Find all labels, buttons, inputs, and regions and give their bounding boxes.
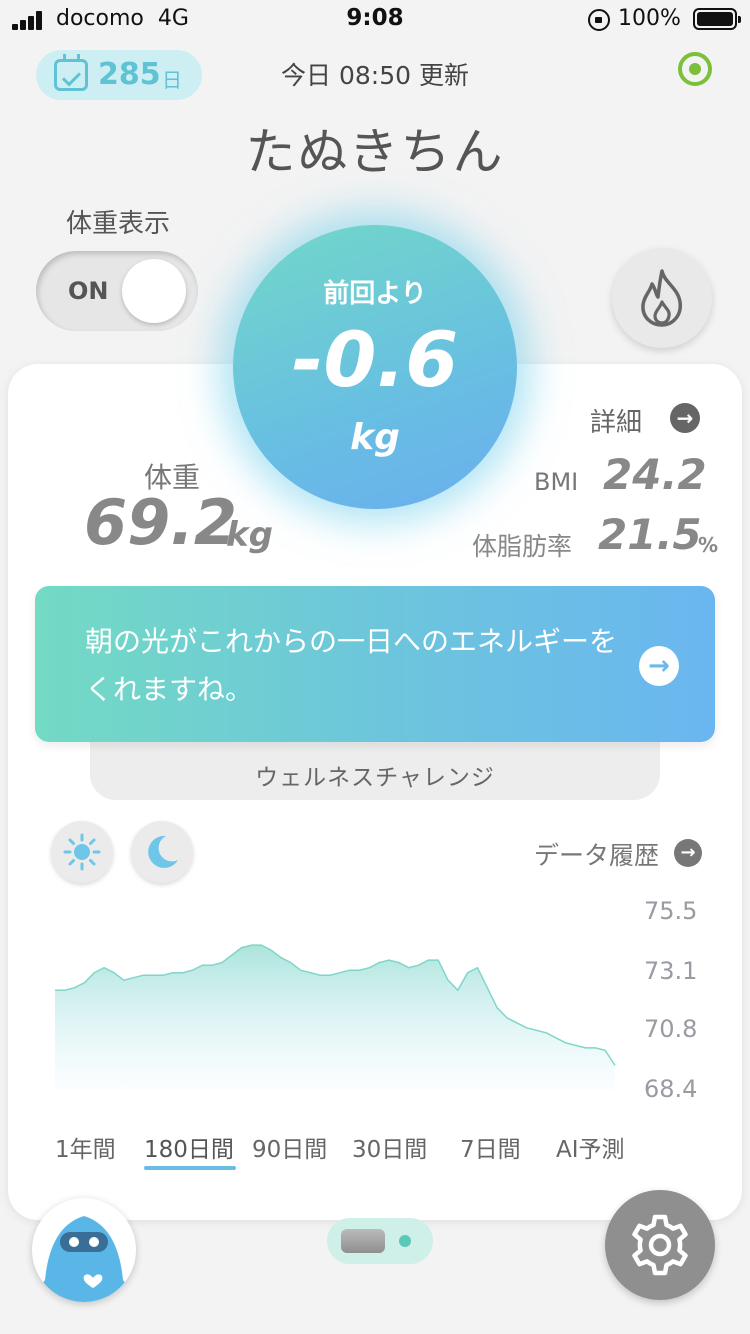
weight-display-label: 体重表示 [65, 209, 170, 239]
days-count: 285 [98, 57, 161, 92]
toggle-state: ON [68, 277, 109, 305]
chart-area [55, 945, 615, 1090]
y-tick-label: 70.8 [644, 1015, 697, 1043]
evening-button[interactable] [131, 821, 193, 883]
range-tab[interactable]: AI予測 [556, 1130, 625, 1164]
bmi-label: BMI [534, 468, 579, 496]
morning-button[interactable] [51, 821, 113, 883]
weight-chart: 75.5 73.1 70.8 68.4 [55, 897, 697, 1103]
range-tabs: 1年間 180日間 90日間 30日間 7日間 AI予測 [30, 1130, 650, 1180]
body-fat-value: 21.5 [598, 510, 702, 559]
bmi-value: 24.2 [603, 450, 707, 499]
status-bar: docomo 4G 9:08 100% [0, 0, 750, 40]
battery-percent: 100% [618, 6, 681, 31]
scale-device-icon [341, 1229, 385, 1253]
message-arrow-icon[interactable] [639, 646, 679, 686]
y-tick-label: 75.5 [644, 897, 697, 925]
weight-unit: kg [226, 515, 273, 555]
sun-icon [63, 833, 101, 871]
body-fat-label: 体脂肪率 [472, 532, 573, 561]
weight-display-toggle[interactable]: ON [36, 251, 198, 331]
range-tab[interactable]: 30日間 [352, 1130, 427, 1164]
days-badge[interactable]: 285 日 [36, 50, 202, 100]
y-tick-label: 68.4 [644, 1075, 697, 1103]
data-history-link[interactable]: データ履歴 [534, 836, 659, 872]
weight-change-value: -0.6 [291, 315, 459, 404]
weight-change-unit: kg [350, 417, 400, 458]
weight-change-label: 前回より [323, 279, 427, 309]
update-time: 今日 08:50 更新 [281, 61, 469, 90]
range-tab[interactable]: 180日間 [144, 1130, 234, 1164]
detail-link[interactable]: 詳細 [590, 402, 642, 439]
page-dot [399, 1235, 411, 1247]
gear-icon [632, 1214, 688, 1276]
y-tick-label: 73.1 [644, 957, 697, 985]
character-icon [42, 1216, 126, 1302]
calorie-button[interactable] [612, 248, 712, 348]
weight-change-circle: 前回より -0.6 kg [233, 225, 517, 509]
detail-arrow-icon[interactable] [670, 403, 700, 433]
device-page-indicator[interactable] [327, 1218, 433, 1264]
calendar-check-icon [54, 54, 88, 91]
body-fat-unit: % [698, 533, 719, 557]
message-card[interactable]: 朝の光がこれからの一日へのエネルギーをくれますね。 [35, 586, 715, 742]
rotation-lock-icon [588, 9, 610, 31]
wellness-challenge-label: ウェルネスチャレンジ [255, 765, 495, 791]
moon-icon [148, 835, 178, 868]
settings-button[interactable] [605, 1190, 715, 1300]
flame-icon [641, 269, 682, 327]
character-avatar[interactable] [32, 1198, 136, 1302]
target-icon[interactable] [678, 52, 712, 86]
weight-value: 69.2 [84, 486, 237, 559]
toggle-knob[interactable] [122, 259, 186, 323]
range-tab[interactable]: 1年間 [55, 1130, 116, 1164]
range-tab[interactable]: 90日間 [252, 1130, 327, 1164]
user-name: たぬきちん [245, 123, 505, 181]
range-tab[interactable]: 7日間 [460, 1130, 521, 1164]
days-unit: 日 [162, 68, 182, 92]
data-history-arrow-icon[interactable] [674, 839, 702, 867]
message-text: 朝の光がこれからの一日へのエネルギーをくれますね。 [85, 625, 618, 706]
battery-icon [693, 8, 741, 30]
range-selected-underline [144, 1166, 236, 1170]
